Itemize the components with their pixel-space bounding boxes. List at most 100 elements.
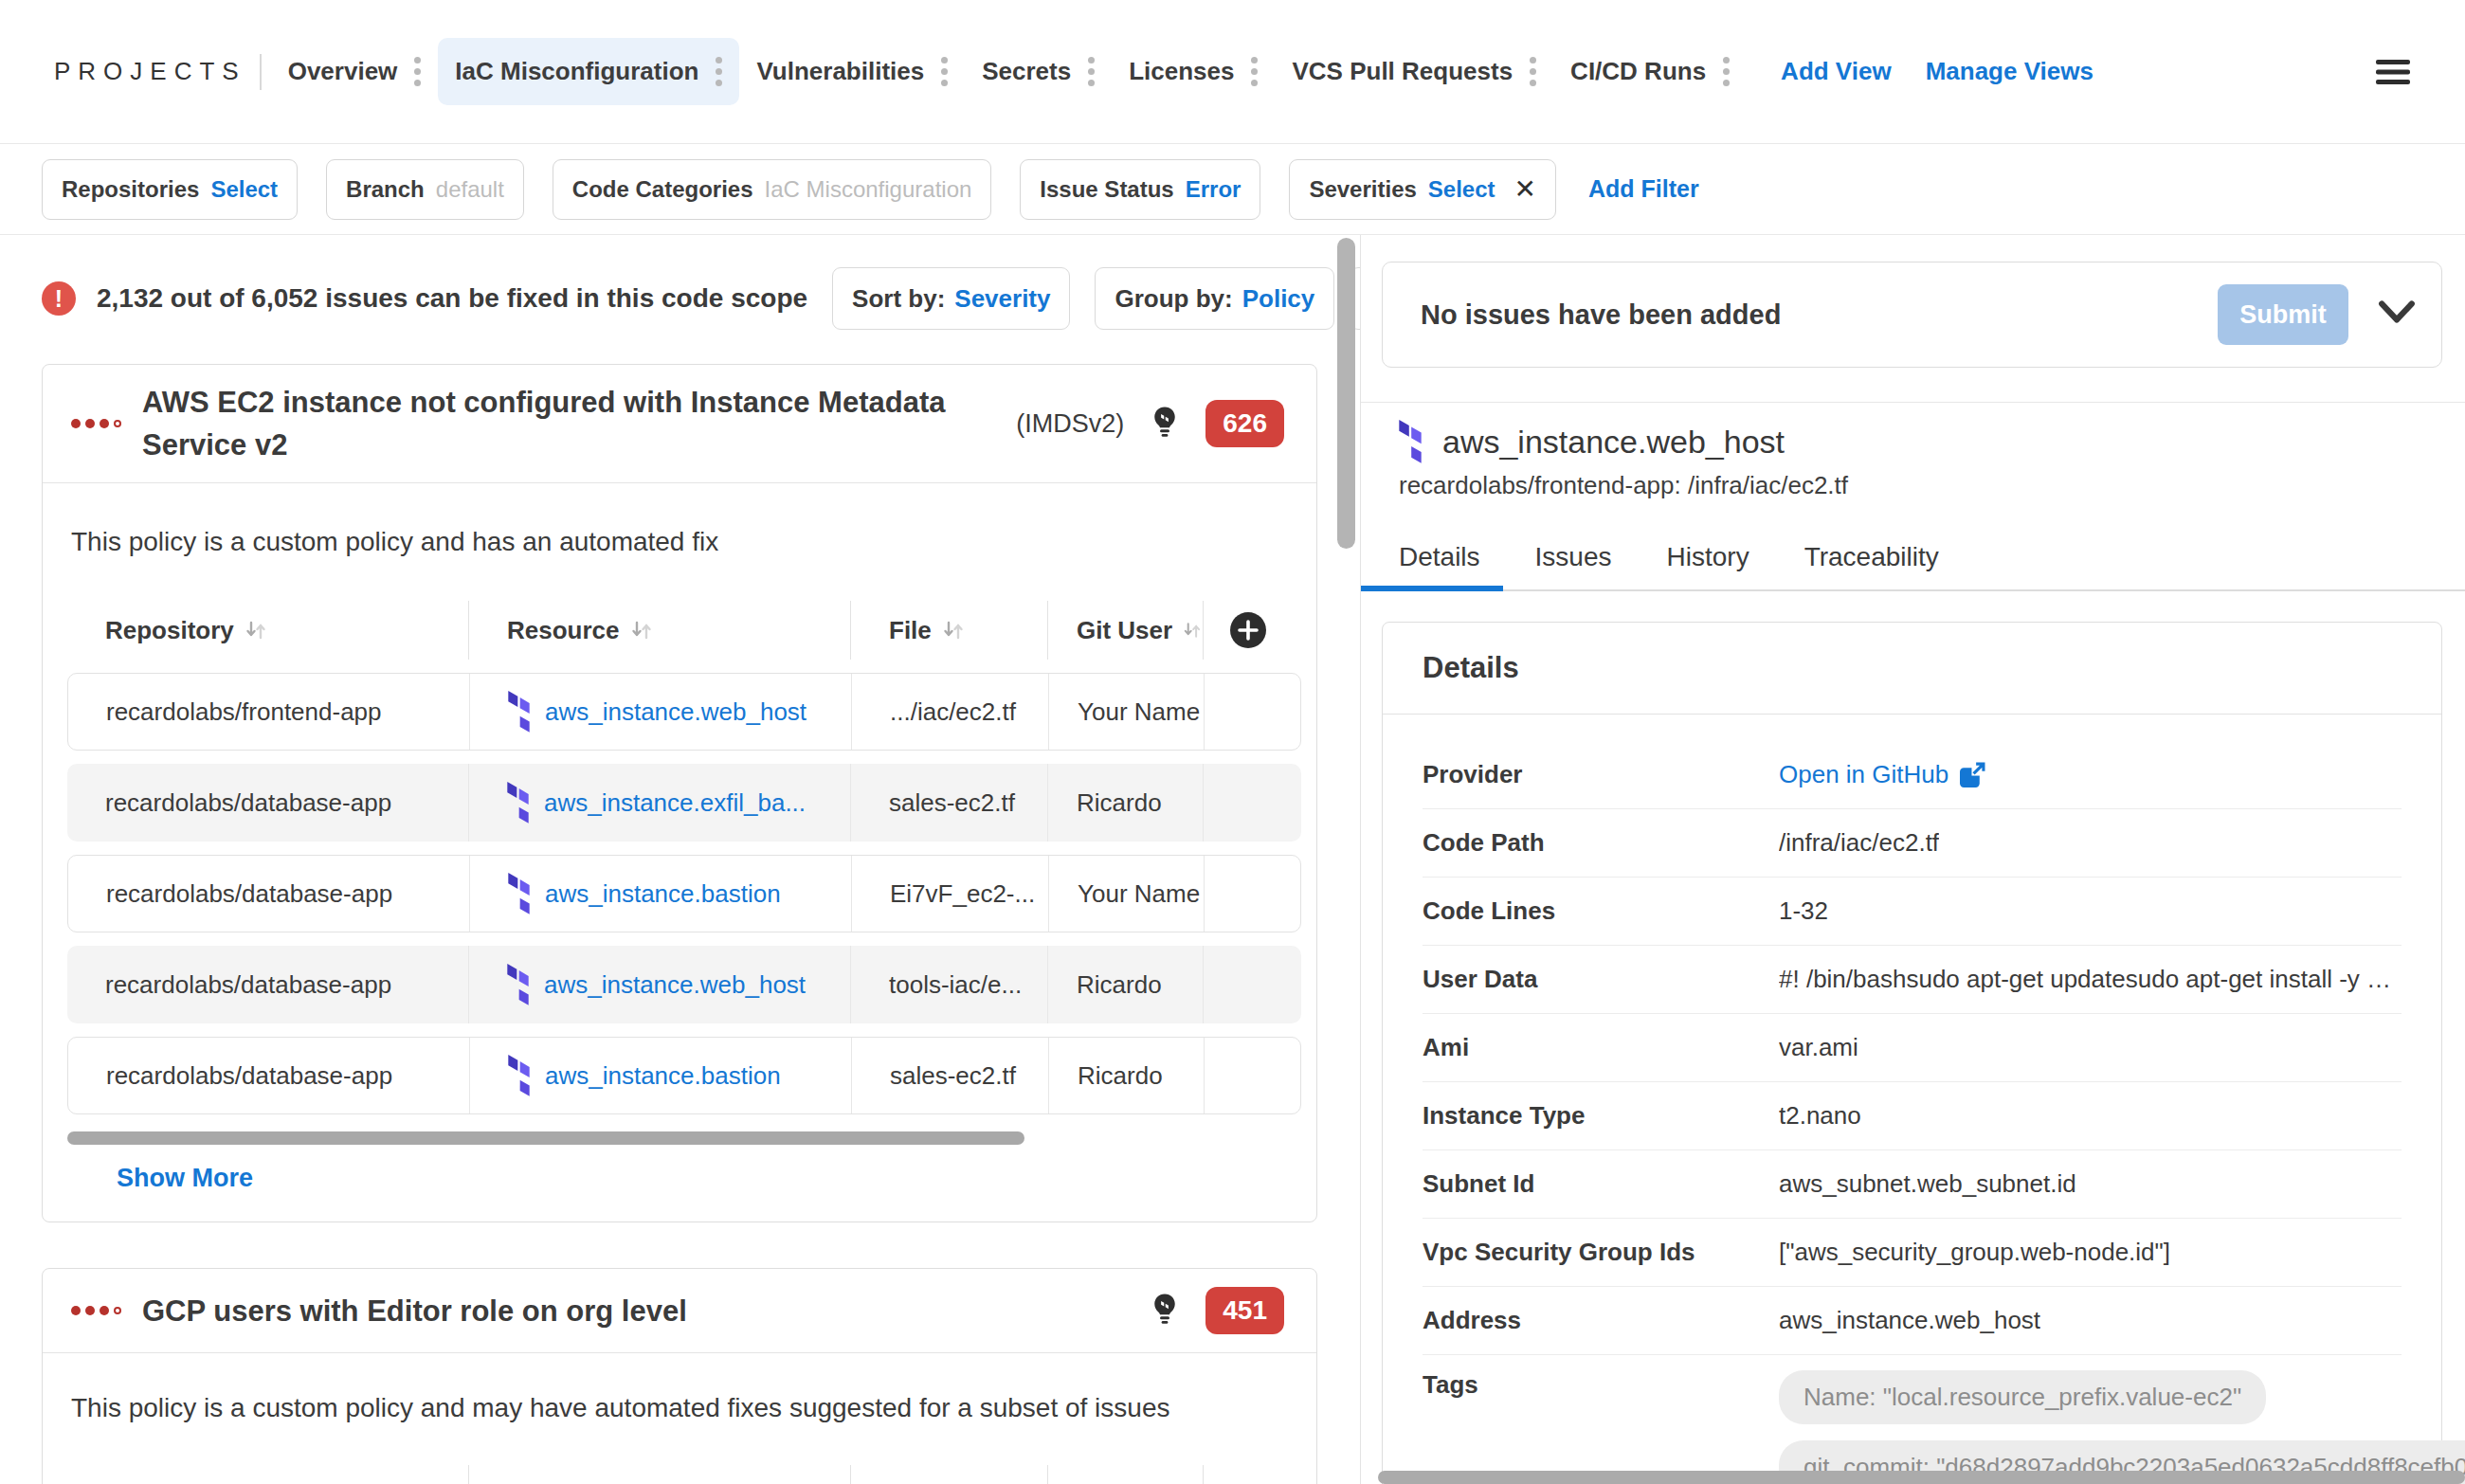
terraform-icon (507, 964, 529, 1005)
column-header-repository[interactable]: Repository (67, 601, 468, 660)
group-by-button[interactable]: Group by: Policy (1095, 267, 1334, 330)
table-row[interactable]: recardolabs/database-app aws_instance.ex… (67, 764, 1301, 842)
resource-link[interactable]: aws_instance.exfil_ba... (507, 782, 806, 823)
filter-chip-issue-status[interactable]: Issue Status Error (1020, 159, 1260, 220)
detail-row-code-lines: Code Lines 1-32 (1423, 878, 2402, 946)
terraform-icon (507, 782, 529, 823)
filter-chip-repositories[interactable]: Repositories Select (42, 159, 298, 220)
issue-count-badge: 451 (1205, 1287, 1284, 1334)
resource-link[interactable]: aws_instance.web_host (507, 964, 806, 1005)
terraform-icon (508, 873, 530, 914)
detail-row-provider: Provider Open in GitHub (1423, 741, 2402, 809)
issues-panel: 2,132 out of 6,052 issues can be fixed i… (0, 235, 1361, 1484)
detail-tabs: Details Issues History Traceability (1361, 542, 2465, 591)
tab-details[interactable]: Details (1399, 542, 1480, 589)
tab-traceability[interactable]: Traceability (1804, 542, 1939, 589)
summary-text: 2,132 out of 6,052 issues can be fixed i… (97, 283, 807, 314)
horizontal-scrollbar[interactable] (67, 1131, 1024, 1145)
nav-tab-licenses[interactable]: Licenses (1112, 38, 1275, 105)
submit-bar: No issues have been added Submit (1382, 262, 2442, 368)
detail-row-ami: Ami var.ami (1423, 1014, 2402, 1082)
policy-title: AWS EC2 instance not configured with Ins… (142, 381, 1016, 466)
column-header-file[interactable]: File (850, 1465, 1047, 1484)
top-nav: PROJECTS Overview IaC Misconfiguration V… (0, 0, 2465, 144)
remove-filter-icon[interactable] (1514, 173, 1536, 205)
resource-link[interactable]: aws_instance.bastion (508, 1055, 781, 1096)
vertical-scrollbar[interactable] (1337, 238, 1355, 549)
filter-chip-branch[interactable]: Branch default (326, 159, 524, 220)
column-header-resource[interactable]: Resource (468, 601, 850, 660)
summary-row: 2,132 out of 6,052 issues can be fixed i… (42, 266, 1317, 331)
severity-dots-icon (71, 419, 121, 428)
policy-description: This policy is a custom policy and has a… (71, 527, 1301, 557)
nav-tab-iac-misconfiguration[interactable]: IaC Misconfiguration (438, 38, 739, 105)
details-panel: No issues have been added Submit aws_ins… (1361, 235, 2465, 1484)
table-row[interactable]: recardolabs/frontend-app aws_instance.we… (67, 673, 1301, 751)
external-link-icon (1960, 762, 1985, 787)
resource-path: recardolabs/frontend-app: /infra/iac/ec2… (1399, 471, 2442, 500)
chevron-down-icon[interactable] (2377, 299, 2417, 330)
nav-tab-vcs-pull-requests[interactable]: VCS Pull Requests (1275, 38, 1553, 105)
detail-row-subnet-id: Subnet Id aws_subnet.web_subnet.id (1423, 1150, 2402, 1219)
detail-row-instance-type: Instance Type t2.nano (1423, 1082, 2402, 1150)
add-column-button[interactable] (1229, 611, 1267, 653)
filter-chip-code-categories[interactable]: Code Categories IaC Misconfiguration (553, 159, 991, 220)
manage-views-link[interactable]: Manage Views (1926, 57, 2093, 86)
policy-title-suffix: (IMDSv2) (1016, 409, 1124, 439)
submit-button[interactable]: Submit (2218, 284, 2348, 345)
policy-card-imdsv2: AWS EC2 instance not configured with Ins… (42, 364, 1317, 1222)
column-header-repository[interactable]: Repository (67, 1465, 468, 1484)
kebab-menu-icon[interactable] (941, 68, 948, 75)
table-row[interactable]: recardolabs/database-app aws_instance.ba… (67, 855, 1301, 932)
nav-tab-cicd-runs[interactable]: CI/CD Runs (1553, 38, 1747, 105)
terraform-icon (1399, 420, 1422, 463)
horizontal-scrollbar[interactable] (1378, 1471, 2465, 1484)
add-view-link[interactable]: Add View (1781, 57, 1892, 86)
kebab-menu-icon[interactable] (1530, 68, 1536, 75)
no-issues-message: No issues have been added (1421, 299, 2218, 331)
sort-icon (629, 618, 654, 642)
add-filter-link[interactable]: Add Filter (1588, 175, 1699, 203)
kebab-menu-icon[interactable] (1723, 68, 1730, 75)
kebab-menu-icon[interactable] (1088, 68, 1095, 75)
column-header-resource[interactable]: Resource (468, 1465, 850, 1484)
column-header-git-user[interactable]: Git User (1047, 601, 1203, 660)
column-header-file[interactable]: File (850, 601, 1047, 660)
table-row[interactable]: recardolabs/database-app aws_instance.we… (67, 946, 1301, 1023)
table-header: Repository Resource (67, 601, 1301, 660)
column-header-git-user[interactable]: Git User (1047, 1465, 1203, 1484)
detail-row-address: Address aws_instance.web_host (1423, 1287, 2402, 1355)
policy-description: This policy is a custom policy and may h… (71, 1393, 1301, 1423)
kebab-menu-icon[interactable] (716, 68, 722, 75)
nav-tab-vulnerabilities[interactable]: Vulnerabilities (739, 38, 965, 105)
open-in-github-link[interactable]: Open in GitHub (1779, 760, 1985, 789)
sort-icon (1182, 618, 1203, 642)
detail-row-tags: Tags Name: "local.resource_prefix.value-… (1423, 1355, 2402, 1484)
alert-icon (42, 281, 76, 316)
policy-card-gcp-editor: GCP users with Editor role on org level … (42, 1268, 1317, 1484)
policy-card-header: AWS EC2 instance not configured with Ins… (43, 365, 1316, 483)
tab-history[interactable]: History (1667, 542, 1749, 589)
detail-row-user-data: User Data #! /bin/bashsudo apt-get updat… (1423, 946, 2402, 1014)
hamburger-menu-icon[interactable] (2376, 59, 2410, 85)
filter-chip-severities[interactable]: Severities Select (1289, 159, 1556, 220)
lightbulb-icon[interactable] (1151, 405, 1179, 443)
lightbulb-icon[interactable] (1151, 1292, 1179, 1330)
kebab-menu-icon[interactable] (414, 68, 421, 75)
nav-tab-overview[interactable]: Overview (271, 38, 439, 105)
divider (1361, 402, 2465, 403)
issues-table: Repository Resource (67, 601, 1301, 1145)
table-row[interactable]: recardolabs/database-app aws_instance.ba… (67, 1037, 1301, 1114)
show-more-link[interactable]: Show More (117, 1164, 253, 1222)
policy-title: GCP users with Editor role on org level (142, 1290, 687, 1332)
resource-link[interactable]: aws_instance.bastion (508, 873, 781, 914)
brand-logo: PROJECTS (54, 57, 246, 86)
active-tab-indicator (1361, 586, 1503, 591)
details-heading: Details (1383, 623, 2441, 715)
terraform-icon (508, 691, 530, 733)
tab-issues[interactable]: Issues (1535, 542, 1612, 589)
nav-tab-secrets[interactable]: Secrets (965, 38, 1112, 105)
sort-by-button[interactable]: Sort by: Severity (832, 267, 1070, 330)
kebab-menu-icon[interactable] (1251, 68, 1258, 75)
resource-link[interactable]: aws_instance.web_host (508, 691, 807, 733)
